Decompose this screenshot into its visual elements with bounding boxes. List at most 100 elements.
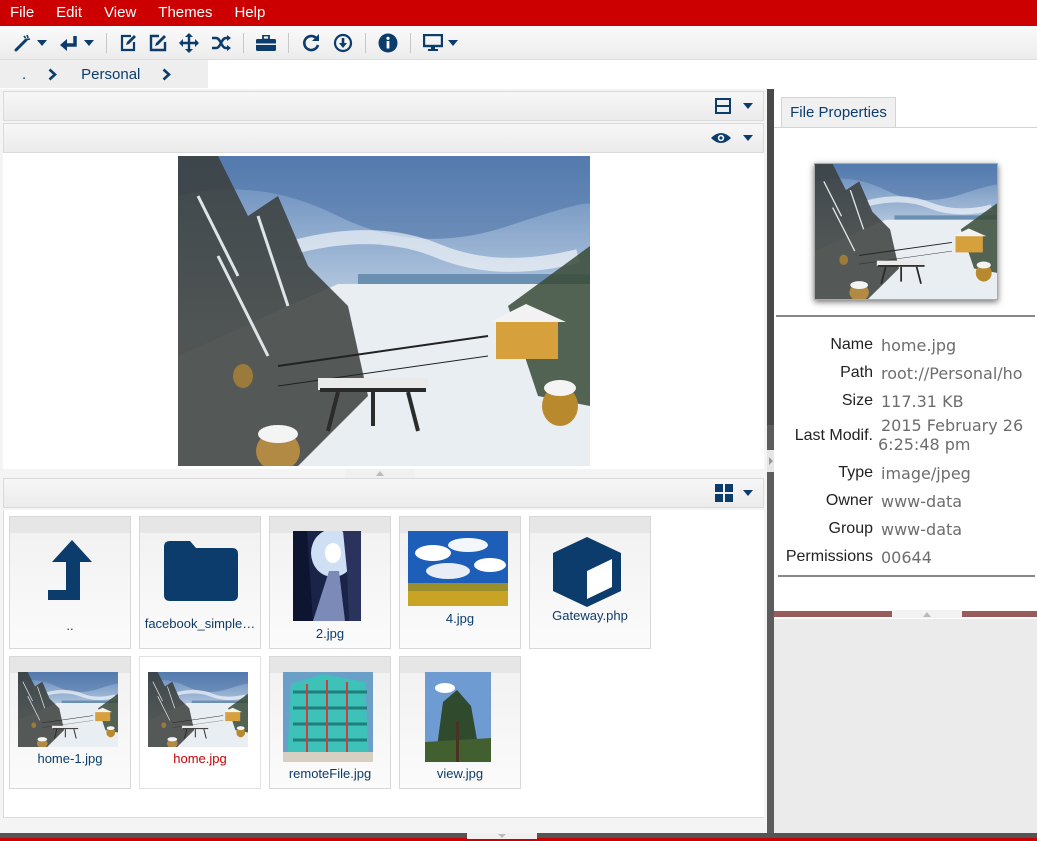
layout-button[interactable] (715, 98, 753, 114)
chevron-up-icon (376, 471, 384, 476)
layout-header (3, 91, 764, 121)
chevron-down-icon (743, 135, 753, 141)
divider (778, 575, 1035, 577)
file-name: 2.jpg (315, 626, 345, 641)
properties-panel: File Properties Name home.jpg Path root:… (774, 89, 1037, 833)
prop-value: 00644 (881, 548, 932, 567)
image-thumbnail (425, 672, 491, 762)
preview-toggle-button[interactable] (711, 132, 753, 144)
chevron-right-icon (768, 457, 773, 465)
file-name: home.jpg (173, 751, 227, 766)
file-tile-image[interactable]: home-1.jpg (9, 656, 131, 789)
prop-label: Permissions (785, 548, 873, 565)
file-thumbnail (814, 163, 998, 300)
files-header (3, 478, 764, 508)
image-thumbnail (293, 531, 361, 621)
file-tile-php[interactable]: Gateway.php (529, 516, 651, 649)
panel-splitter-handle[interactable] (892, 610, 962, 618)
display-mode-button[interactable] (419, 29, 462, 57)
file-tile-image[interactable]: 2.jpg (269, 516, 391, 649)
prop-label: Name (830, 336, 873, 353)
chevron-down-icon (743, 103, 753, 109)
prop-value: www-data (881, 492, 963, 511)
menu-file[interactable]: File (0, 1, 45, 25)
edit-button[interactable] (115, 29, 141, 57)
magic-wand-button[interactable] (10, 29, 51, 57)
prop-value: 2015 February 26 (881, 416, 1024, 435)
prop-row-path: Path root://Personal/ho (774, 361, 1037, 389)
image-thumbnail (408, 531, 508, 606)
file-name: Gateway.php (552, 608, 628, 623)
file-list: .. facebook_simple… 2.jpg 4.jpg Gateway.… (3, 510, 764, 818)
breadcrumb-item-personal[interactable]: Personal (81, 66, 140, 83)
magic-wand-icon (14, 34, 31, 51)
rename-button[interactable] (145, 29, 171, 57)
toolbar (0, 26, 1037, 60)
level-up-icon (48, 540, 92, 600)
move-button[interactable] (175, 29, 203, 57)
vertical-splitter-lower (767, 425, 774, 833)
eye-icon (711, 133, 731, 143)
prop-value: root://Personal/ho (881, 364, 1023, 383)
bottom-splitter-handle[interactable] (467, 833, 537, 839)
file-tile-parent[interactable]: .. (9, 516, 131, 649)
file-tile-folder[interactable]: facebook_simple… (139, 516, 261, 649)
prop-label: Group (828, 520, 873, 537)
file-tile-image[interactable]: 4.jpg (399, 516, 521, 649)
refresh-button[interactable] (297, 29, 325, 57)
prop-row-name: Name home.jpg (774, 333, 1037, 361)
chevron-down-icon (448, 39, 458, 46)
return-button[interactable] (55, 29, 98, 57)
prop-value: home.jpg (881, 336, 957, 355)
rename-icon (149, 34, 167, 51)
properties-body: File Properties Name home.jpg Path root:… (774, 89, 1037, 619)
folder-icon (164, 541, 238, 601)
file-tile-image[interactable]: view.jpg (399, 656, 521, 789)
image-preview (3, 153, 764, 469)
prop-value: 117.31 KB (881, 392, 964, 411)
grid-icon (715, 484, 733, 502)
prop-row-group: Group www-data (774, 517, 1037, 545)
toolbar-separator (365, 32, 366, 53)
briefcase-button[interactable] (252, 29, 280, 57)
image-thumbnail (18, 672, 118, 747)
split-layout-icon (715, 98, 731, 114)
menu-edit[interactable]: Edit (45, 1, 93, 25)
download-button[interactable] (329, 29, 357, 57)
file-tile-image[interactable]: remoteFile.jpg (269, 656, 391, 789)
prop-label: Path (840, 364, 873, 381)
menu-bar: File Edit View Themes Help (0, 0, 1037, 26)
chevron-down-icon (743, 490, 753, 496)
chevron-down-icon (84, 39, 94, 46)
shuffle-icon (212, 34, 231, 51)
prop-label: Owner (825, 492, 873, 509)
prop-row-last-modified: Last Modif. 2015 February 26 6:25:48 pm (774, 416, 1037, 461)
info-button[interactable] (374, 29, 402, 57)
toolbar-separator (288, 32, 289, 53)
preview-image (178, 156, 590, 466)
menu-help[interactable]: Help (223, 1, 276, 25)
toolbar-separator (410, 32, 411, 53)
prop-row-type: Type image/jpeg (774, 461, 1037, 489)
tab-divider (774, 127, 1037, 128)
file-tile-image-selected[interactable]: home.jpg (139, 656, 261, 789)
chevron-down-icon (37, 39, 47, 46)
chevron-right-icon (162, 68, 172, 81)
divider (776, 315, 1035, 317)
file-name: .. (66, 618, 74, 633)
prop-row-permissions: Permissions 00644 (774, 545, 1037, 573)
tab-file-properties[interactable]: File Properties (781, 97, 896, 127)
menu-view[interactable]: View (93, 1, 147, 25)
preview-splitter-handle[interactable] (345, 469, 415, 478)
shuffle-button[interactable] (207, 29, 235, 57)
breadcrumb-root[interactable]: . (22, 66, 26, 83)
vertical-splitter-handle[interactable] (767, 450, 774, 472)
move-icon (179, 32, 199, 53)
view-mode-button[interactable] (715, 484, 753, 502)
prop-value: www-data (881, 520, 963, 539)
chevron-down-icon (498, 834, 506, 838)
refresh-icon (303, 33, 320, 51)
menu-themes[interactable]: Themes (147, 1, 223, 25)
file-name: home-1.jpg (37, 751, 103, 766)
preview-header (3, 123, 764, 153)
